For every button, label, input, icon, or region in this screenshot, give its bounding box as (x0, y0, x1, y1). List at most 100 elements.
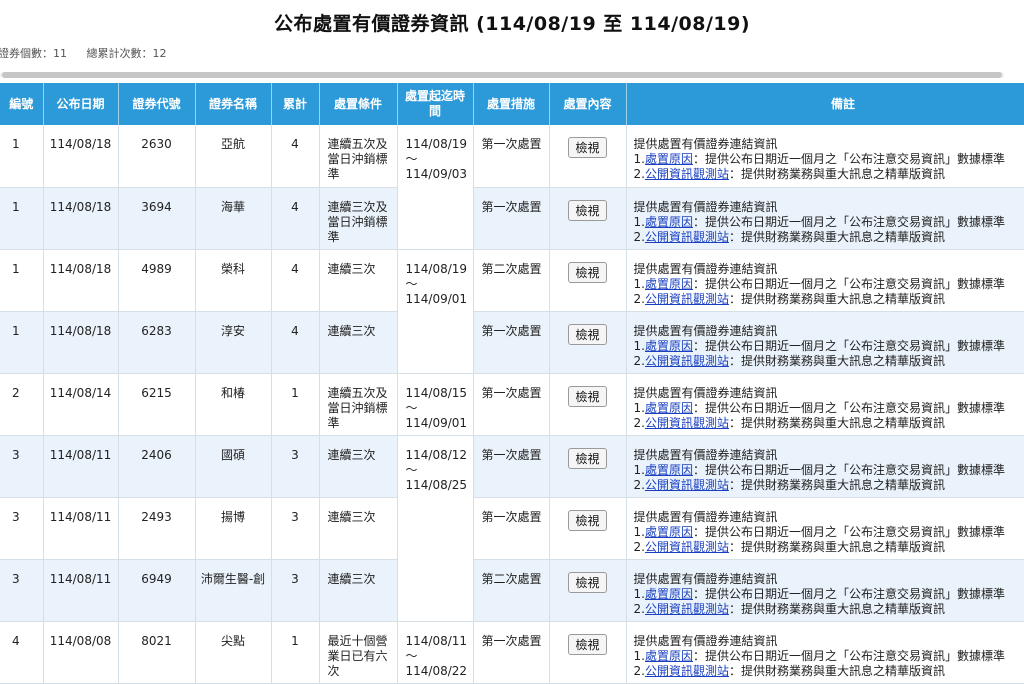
remark-line: 提供處置有價證券連結資訊 (634, 324, 1024, 339)
disposition-reason-link[interactable]: 處置原因 (645, 215, 693, 229)
disposition-reason-link[interactable]: 處置原因 (645, 525, 693, 539)
cell-name: 淳安 (195, 311, 271, 373)
cell-cumulative: 3 (271, 559, 319, 621)
view-button[interactable]: 檢視 (568, 510, 606, 531)
cell-measure: 第一次處置 (473, 311, 549, 373)
disposition-table: 編號 公布日期 證券代號 證券名稱 累計 處置條件 處置起迄時間 處置措施 處置… (0, 83, 1024, 684)
cell-content: 檢視 (549, 373, 626, 435)
disposition-reason-link[interactable]: 處置原因 (645, 401, 693, 415)
mops-link[interactable]: 公開資訊觀測站 (645, 478, 729, 492)
remark-index: 1. (634, 587, 645, 601)
remark-text: ：提供公布日期近一個月之「公布注意交易資訊」數據標準 (693, 463, 1005, 477)
mops-link[interactable]: 公開資訊觀測站 (645, 292, 729, 306)
remark-index: 2. (634, 230, 645, 244)
col-header-content: 處置內容 (549, 83, 626, 125)
table-row: 1114/08/183694海華4連續三次及當日沖銷標準第一次處置檢視提供處置有… (0, 187, 1024, 249)
cell-condition: 連續三次 (319, 249, 397, 311)
disposition-reason-link[interactable]: 處置原因 (645, 277, 693, 291)
col-header-condition: 處置條件 (319, 83, 397, 125)
mops-link[interactable]: 公開資訊觀測站 (645, 540, 729, 554)
remark-line: 1.處置原因：提供公布日期近一個月之「公布注意交易資訊」數據標準 (634, 649, 1024, 664)
view-button[interactable]: 檢視 (568, 324, 606, 345)
view-button[interactable]: 檢視 (568, 448, 606, 469)
cell-content: 檢視 (549, 497, 626, 559)
view-button[interactable]: 檢視 (568, 200, 606, 221)
disposition-reason-link[interactable]: 處置原因 (645, 339, 693, 353)
remark-text: ：提供財務業務與重大訊息之精華版資訊 (729, 602, 945, 616)
cell-no: 3 (0, 559, 43, 621)
cell-code: 8021 (118, 621, 195, 683)
col-header-date: 公布日期 (43, 83, 118, 125)
cell-cumulative: 3 (271, 497, 319, 559)
cell-remark: 提供處置有價證券連結資訊1.處置原因：提供公布日期近一個月之「公布注意交易資訊」… (626, 311, 1024, 373)
remark-line: 1.處置原因：提供公布日期近一個月之「公布注意交易資訊」數據標準 (634, 401, 1024, 416)
cell-cumulative: 4 (271, 187, 319, 249)
remark-line: 2.公開資訊觀測站：提供財務業務與重大訊息之精華版資訊 (634, 478, 1024, 493)
cell-measure: 第一次處置 (473, 125, 549, 187)
cell-condition: 連續三次 (319, 559, 397, 621)
scroll-thumb[interactable] (2, 72, 1002, 78)
mops-link[interactable]: 公開資訊觀測站 (645, 167, 729, 181)
remark-index: 2. (634, 664, 645, 678)
cell-measure: 第二次處置 (473, 249, 549, 311)
cell-measure: 第一次處置 (473, 373, 549, 435)
remark-line: 1.處置原因：提供公布日期近一個月之「公布注意交易資訊」數據標準 (634, 463, 1024, 478)
view-button[interactable]: 檢視 (568, 262, 606, 283)
mops-link[interactable]: 公開資訊觀測站 (645, 230, 729, 244)
total-count: 總累計次數：12 (87, 47, 167, 60)
disposition-reason-link[interactable]: 處置原因 (645, 463, 693, 477)
table-row: 3114/08/112406國碩3連續三次114/08/12 ～ 114/08/… (0, 435, 1024, 497)
table-row: 1114/08/184989榮科4連續三次114/08/19 ～ 114/09/… (0, 249, 1024, 311)
mops-link[interactable]: 公開資訊觀測站 (645, 664, 729, 678)
cell-date: 114/08/14 (43, 373, 118, 435)
cell-remark: 提供處置有價證券連結資訊1.處置原因：提供公布日期近一個月之「公布注意交易資訊」… (626, 497, 1024, 559)
col-header-cumulative: 累計 (271, 83, 319, 125)
remark-line: 提供處置有價證券連結資訊 (634, 200, 1024, 215)
cell-remark: 提供處置有價證券連結資訊1.處置原因：提供公布日期近一個月之「公布注意交易資訊」… (626, 559, 1024, 621)
remark-line: 提供處置有價證券連結資訊 (634, 634, 1024, 649)
cell-content: 檢視 (549, 621, 626, 683)
table-row: 3114/08/116949沛爾生醫-創3連續三次第二次處置檢視提供處置有價證券… (0, 559, 1024, 621)
remark-text: ：提供財務業務與重大訊息之精華版資訊 (729, 230, 945, 244)
cell-condition: 連續三次 (319, 311, 397, 373)
cell-name: 沛爾生醫-創 (195, 559, 271, 621)
remark-line: 1.處置原因：提供公布日期近一個月之「公布注意交易資訊」數據標準 (634, 215, 1024, 230)
disposition-reason-link[interactable]: 處置原因 (645, 649, 693, 663)
cell-measure: 第二次處置 (473, 559, 549, 621)
remark-text: ：提供財務業務與重大訊息之精華版資訊 (729, 664, 945, 678)
view-button[interactable]: 檢視 (568, 572, 606, 593)
cell-measure: 第一次處置 (473, 621, 549, 683)
cell-date: 114/08/11 (43, 559, 118, 621)
cell-content: 檢視 (549, 559, 626, 621)
view-button[interactable]: 檢視 (568, 137, 606, 158)
cell-remark: 提供處置有價證券連結資訊1.處置原因：提供公布日期近一個月之「公布注意交易資訊」… (626, 187, 1024, 249)
view-button[interactable]: 檢視 (568, 386, 606, 407)
horizontal-scrollbar[interactable] (0, 70, 1024, 80)
remark-line: 2.公開資訊觀測站：提供財務業務與重大訊息之精華版資訊 (634, 540, 1024, 555)
remark-index: 2. (634, 478, 645, 492)
table-row: 3114/08/112493揚博3連續三次第一次處置檢視提供處置有價證券連結資訊… (0, 497, 1024, 559)
remark-index: 2. (634, 416, 645, 430)
mops-link[interactable]: 公開資訊觀測站 (645, 354, 729, 368)
cell-cumulative: 3 (271, 435, 319, 497)
cell-condition: 連續三次 (319, 497, 397, 559)
remark-text: ：提供財務業務與重大訊息之精華版資訊 (729, 167, 945, 181)
cell-name: 揚博 (195, 497, 271, 559)
table-row: 4114/08/088021尖點1最近十個營業日已有六次114/08/11 ～ … (0, 621, 1024, 683)
disposition-reason-link[interactable]: 處置原因 (645, 152, 693, 166)
remark-text: ：提供公布日期近一個月之「公布注意交易資訊」數據標準 (693, 401, 1005, 415)
remark-line: 2.公開資訊觀測站：提供財務業務與重大訊息之精華版資訊 (634, 167, 1024, 182)
view-button[interactable]: 檢視 (568, 634, 606, 655)
remark-index: 1. (634, 215, 645, 229)
remark-index: 2. (634, 167, 645, 181)
cell-no: 3 (0, 497, 43, 559)
remark-line: 提供處置有價證券連結資訊 (634, 137, 1024, 152)
disposition-reason-link[interactable]: 處置原因 (645, 587, 693, 601)
cell-code: 4989 (118, 249, 195, 311)
remark-line: 提供處置有價證券連結資訊 (634, 262, 1024, 277)
remark-line: 提供處置有價證券連結資訊 (634, 572, 1024, 587)
col-header-name: 證券名稱 (195, 83, 271, 125)
mops-link[interactable]: 公開資訊觀測站 (645, 416, 729, 430)
mops-link[interactable]: 公開資訊觀測站 (645, 602, 729, 616)
securities-count: 證券個數：11 (0, 47, 67, 60)
